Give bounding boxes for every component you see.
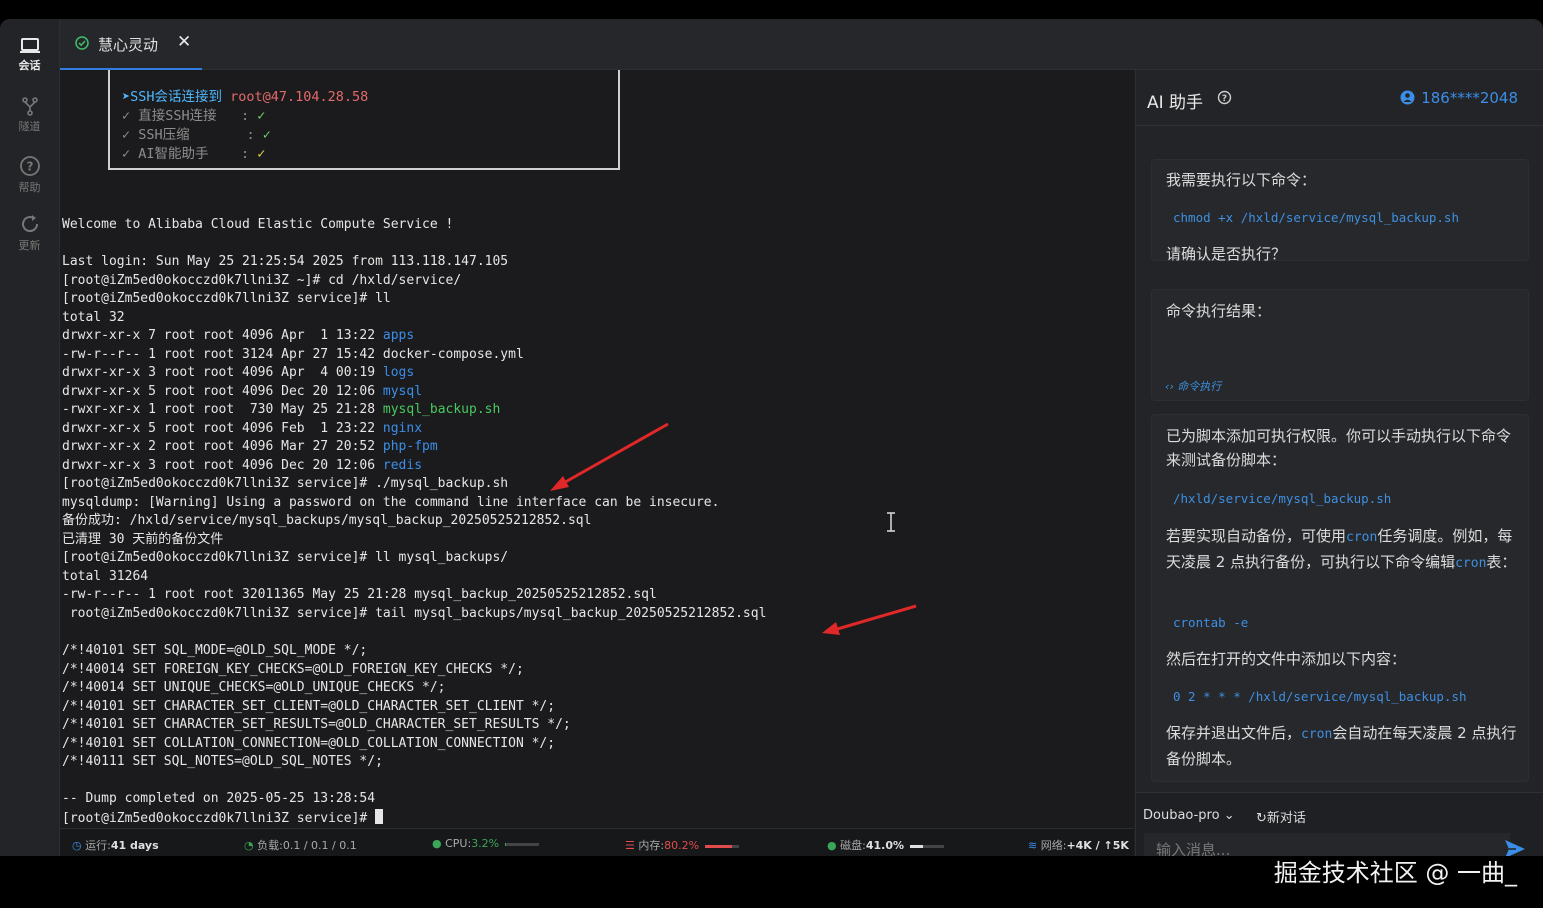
inline-code: cron [1346, 530, 1378, 545]
cpu-bar-fill [504, 842, 506, 846]
red-arrow-icon [822, 604, 917, 635]
top-black-border [0, 0, 1543, 19]
cpu-bar [504, 842, 539, 846]
refresh-icon [21, 215, 38, 233]
status-value: 3.2% [471, 837, 500, 850]
ai-input-area: Doubao-pro ⌄ ↻新对话 [1136, 792, 1543, 856]
ai-message: 已为脚本添加可执行权限。你可以手动执行以下命令来测试备份脚本： /hxld/se… [1151, 414, 1529, 782]
rail-item-label: 会话 [18, 59, 41, 72]
rail-item-label: 帮助 [18, 181, 41, 194]
rail-item-tunnel[interactable]: 隧道 [0, 96, 59, 134]
inline-code: cron [1455, 556, 1487, 571]
user-phone: 186****2048 [1421, 89, 1518, 107]
message-code: crontab -e [1173, 615, 1249, 630]
message-text: 保存并退出文件后，cron会自动在每天凌晨 2 点执行备份脚本。 [1166, 721, 1518, 771]
message-code: /hxld/service/mysql_backup.sh [1173, 491, 1392, 506]
status-label: 运行: [85, 839, 111, 852]
message-text: 已为脚本添加可执行权限。你可以手动执行以下命令来测试备份脚本： [1166, 427, 1512, 469]
message-text: 我需要执行以下命令： [1166, 171, 1317, 189]
refresh-icon: ↻ [1256, 811, 1267, 826]
disk-bar [909, 844, 944, 848]
laptop-icon [19, 38, 40, 53]
help-icon: ? [19, 156, 40, 176]
status-uptime: ◷ 运行:41 days [72, 837, 159, 853]
memory-bar [704, 844, 739, 848]
new-chat-button[interactable]: ↻新对话 [1256, 807, 1306, 826]
status-cpu: ● CPU:3.2% [432, 837, 539, 850]
text-segment: 保存并退出文件后， [1166, 724, 1302, 742]
status-network: ≋ 网络:+4K / ↑5K [1028, 837, 1129, 853]
user-account[interactable]: 186****2048 [1400, 89, 1518, 107]
message-text: 请确认是否执行？ [1166, 245, 1287, 263]
terminal[interactable]: ➤SSH会话连接到 root@47.104.28.58 ✓ 直接SSH连接 : … [60, 70, 1134, 828]
status-value: 41 days [110, 839, 159, 852]
status-label: 负载: [257, 839, 283, 852]
tab-session[interactable]: 慧心灵动 ✕ [60, 19, 202, 70]
disk-icon: ● [827, 839, 837, 852]
app-window: 会话 隧道 ? 帮助 更新 慧心灵动 ✕ ➤SSH会话连接到 root@47.1… [0, 19, 1543, 856]
user-icon [1400, 90, 1415, 105]
disk-bar-fill [909, 844, 924, 848]
status-memory: ☰ 内存:80.2% [625, 837, 739, 853]
ai-title: AI 助手 [1147, 93, 1204, 113]
ai-header: AI 助手 ? 186****2048 [1136, 70, 1543, 126]
chevron-down-icon: ⌄ [1223, 808, 1235, 823]
tab-bar: 慧心灵动 ✕ [60, 19, 1543, 70]
tab-close-icon[interactable]: ✕ [177, 32, 191, 52]
question-icon[interactable]: ? [1217, 90, 1232, 105]
message-code: 0 2 * * * /hxld/service/mysql_backup.sh [1173, 689, 1467, 704]
wifi-icon: ≋ [1028, 839, 1038, 852]
model-selector[interactable]: Doubao-pro ⌄ [1143, 808, 1235, 823]
message-code: chmod +x /hxld/service/mysql_backup.sh [1173, 210, 1459, 225]
status-label: CPU: [445, 837, 472, 850]
status-label: 内存: [638, 839, 665, 852]
ai-assistant-panel: AI 助手 ? 186****2048 我需要执行以下命令： chmod +x … [1135, 70, 1543, 856]
ai-message: 我需要执行以下命令： chmod +x /hxld/service/mysql_… [1151, 159, 1529, 263]
memory-bar-fill [704, 844, 732, 848]
tunnel-icon [21, 97, 38, 116]
rail-item-session[interactable]: 会话 [0, 37, 59, 73]
status-label: 磁盘: [840, 839, 866, 852]
memory-icon: ☰ [625, 839, 635, 852]
rail-item-label: 更新 [18, 239, 41, 252]
connected-check-icon [75, 36, 89, 50]
red-arrow-icon [550, 422, 669, 491]
ai-message: 命令执行结果： ‹› 命令执行 [1151, 289, 1529, 401]
inline-code: cron [1301, 727, 1333, 742]
svg-text:?: ? [1222, 94, 1227, 104]
svg-text:?: ? [26, 160, 33, 174]
left-rail: 会话 隧道 ? 帮助 更新 [0, 19, 60, 856]
status-value: 80.2% [664, 839, 700, 852]
message-text: 命令执行结果： [1166, 302, 1272, 320]
text-segment: 若要实现自动备份，可使用 [1166, 527, 1347, 545]
text-cursor-icon [887, 512, 895, 532]
watermark: 掘金技术社区 @ 一曲_ [1273, 859, 1517, 887]
status-disk: ● 磁盘:41.0% [827, 837, 944, 853]
clock-icon: ◷ [72, 839, 82, 852]
status-load: ◔ 负载:0.1 / 0.1 / 0.1 [244, 837, 357, 853]
cpu-icon: ● [432, 837, 442, 850]
status-bar: ◷ 运行:41 days ◔ 负载:0.1 / 0.1 / 0.1 ● CPU:… [60, 828, 1134, 856]
tab-title: 慧心灵动 [98, 36, 159, 54]
gauge-icon: ◔ [244, 839, 254, 852]
rail-item-update[interactable]: 更新 [0, 213, 59, 253]
message-text: 若要实现自动备份，可使用cron任务调度。例如，每天凌晨 2 点执行备份，可执行… [1166, 524, 1518, 576]
text-segment: 表： [1486, 553, 1517, 571]
status-value: 41.0% [865, 839, 904, 852]
rail-item-help[interactable]: ? 帮助 [0, 155, 59, 195]
rail-item-label: 隧道 [18, 120, 41, 133]
annotation-arrows [550, 422, 917, 635]
command-exec-link[interactable]: ‹› 命令执行 [1165, 378, 1221, 394]
message-text: 然后在打开的文件中添加以下内容： [1166, 650, 1407, 668]
status-value: +4K / ↑5K [1066, 839, 1129, 852]
model-name: Doubao-pro [1143, 808, 1220, 823]
status-value: 0.1 / 0.1 / 0.1 [282, 839, 357, 852]
status-label: 网络: [1040, 839, 1067, 852]
new-chat-label: 新对话 [1266, 811, 1306, 826]
